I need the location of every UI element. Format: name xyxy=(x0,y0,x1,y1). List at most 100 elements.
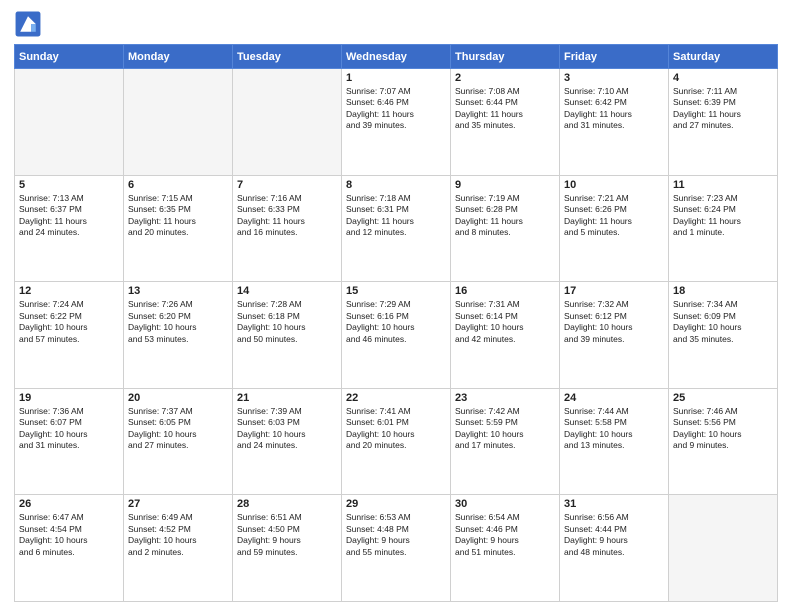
calendar-cell xyxy=(124,69,233,176)
calendar-cell: 20 Sunrise: 7:37 AM Sunset: 6:05 PM Dayli… xyxy=(124,388,233,495)
calendar-cell: 29 Sunrise: 6:53 AM Sunset: 4:48 PM Dayli… xyxy=(342,495,451,602)
calendar-cell: 23 Sunrise: 7:42 AM Sunset: 5:59 PM Dayli… xyxy=(451,388,560,495)
day-info: Sunrise: 6:54 AM Sunset: 4:46 PM Dayligh… xyxy=(455,512,555,558)
day-info: Sunrise: 6:51 AM Sunset: 4:50 PM Dayligh… xyxy=(237,512,337,558)
calendar-week-3: 12 Sunrise: 7:24 AM Sunset: 6:22 PM Dayli… xyxy=(15,282,778,389)
day-number: 17 xyxy=(564,285,664,297)
day-info: Sunrise: 7:37 AM Sunset: 6:05 PM Dayligh… xyxy=(128,406,228,452)
day-number: 21 xyxy=(237,392,337,404)
weekday-header-saturday: Saturday xyxy=(669,45,778,69)
calendar-cell: 25 Sunrise: 7:46 AM Sunset: 5:56 PM Dayli… xyxy=(669,388,778,495)
day-number: 14 xyxy=(237,285,337,297)
day-number: 18 xyxy=(673,285,773,297)
day-info: Sunrise: 7:29 AM Sunset: 6:16 PM Dayligh… xyxy=(346,299,446,345)
calendar-cell: 18Sunrise: 7:34 AM Sunset: 6:09 PM Dayli… xyxy=(669,282,778,389)
page: SundayMondayTuesdayWednesdayThursdayFrid… xyxy=(0,0,792,612)
calendar-cell: 13 Sunrise: 7:26 AM Sunset: 6:20 PM Dayli… xyxy=(124,282,233,389)
calendar-week-5: 26 Sunrise: 6:47 AM Sunset: 4:54 PM Dayli… xyxy=(15,495,778,602)
day-info: Sunrise: 7:46 AM Sunset: 5:56 PM Dayligh… xyxy=(673,406,773,452)
day-number: 5 xyxy=(19,179,119,191)
day-info: Sunrise: 7:28 AM Sunset: 6:18 PM Dayligh… xyxy=(237,299,337,345)
day-number: 30 xyxy=(455,498,555,510)
day-number: 10 xyxy=(564,179,664,191)
day-number: 13 xyxy=(128,285,228,297)
day-number: 6 xyxy=(128,179,228,191)
day-info: Sunrise: 7:24 AM Sunset: 6:22 PM Dayligh… xyxy=(19,299,119,345)
day-info: Sunrise: 7:16 AM Sunset: 6:33 PM Dayligh… xyxy=(237,193,337,239)
day-info: Sunrise: 7:18 AM Sunset: 6:31 PM Dayligh… xyxy=(346,193,446,239)
calendar-cell: 7 Sunrise: 7:16 AM Sunset: 6:33 PM Daylig… xyxy=(233,175,342,282)
calendar-cell: 28 Sunrise: 6:51 AM Sunset: 4:50 PM Dayli… xyxy=(233,495,342,602)
calendar-cell: 27Sunrise: 6:49 AM Sunset: 4:52 PM Dayli… xyxy=(124,495,233,602)
day-info: Sunrise: 7:32 AM Sunset: 6:12 PM Dayligh… xyxy=(564,299,664,345)
calendar-cell xyxy=(669,495,778,602)
day-number: 19 xyxy=(19,392,119,404)
day-info: Sunrise: 7:23 AM Sunset: 6:24 PM Dayligh… xyxy=(673,193,773,239)
calendar-cell: 12 Sunrise: 7:24 AM Sunset: 6:22 PM Dayli… xyxy=(15,282,124,389)
day-number: 29 xyxy=(346,498,446,510)
day-number: 28 xyxy=(237,498,337,510)
weekday-header-friday: Friday xyxy=(560,45,669,69)
day-number: 31 xyxy=(564,498,664,510)
day-number: 27 xyxy=(128,498,228,510)
day-info: Sunrise: 6:47 AM Sunset: 4:54 PM Dayligh… xyxy=(19,512,119,558)
calendar-cell: 5 Sunrise: 7:13 AM Sunset: 6:37 PM Daylig… xyxy=(15,175,124,282)
day-info: Sunrise: 7:10 AM Sunset: 6:42 PM Dayligh… xyxy=(564,86,664,132)
weekday-header-monday: Monday xyxy=(124,45,233,69)
top-area xyxy=(14,10,778,38)
calendar-cell: 3Sunrise: 7:10 AM Sunset: 6:42 PM Daylig… xyxy=(560,69,669,176)
day-number: 9 xyxy=(455,179,555,191)
calendar-cell: 17 Sunrise: 7:32 AM Sunset: 6:12 PM Dayli… xyxy=(560,282,669,389)
calendar-cell: 8 Sunrise: 7:18 AM Sunset: 6:31 PM Daylig… xyxy=(342,175,451,282)
calendar-cell: 15 Sunrise: 7:29 AM Sunset: 6:16 PM Dayli… xyxy=(342,282,451,389)
day-info: Sunrise: 7:36 AM Sunset: 6:07 PM Dayligh… xyxy=(19,406,119,452)
calendar-cell: 4Sunrise: 7:11 AM Sunset: 6:39 PM Daylig… xyxy=(669,69,778,176)
day-number: 26 xyxy=(19,498,119,510)
calendar-week-2: 5 Sunrise: 7:13 AM Sunset: 6:37 PM Daylig… xyxy=(15,175,778,282)
calendar-cell: 26 Sunrise: 6:47 AM Sunset: 4:54 PM Dayli… xyxy=(15,495,124,602)
weekday-header-sunday: Sunday xyxy=(15,45,124,69)
day-info: Sunrise: 7:26 AM Sunset: 6:20 PM Dayligh… xyxy=(128,299,228,345)
day-number: 22 xyxy=(346,392,446,404)
day-info: Sunrise: 7:39 AM Sunset: 6:03 PM Dayligh… xyxy=(237,406,337,452)
day-info: Sunrise: 7:19 AM Sunset: 6:28 PM Dayligh… xyxy=(455,193,555,239)
day-number: 1 xyxy=(346,72,446,84)
day-info: Sunrise: 7:13 AM Sunset: 6:37 PM Dayligh… xyxy=(19,193,119,239)
day-number: 7 xyxy=(237,179,337,191)
calendar-cell: 9 Sunrise: 7:19 AM Sunset: 6:28 PM Daylig… xyxy=(451,175,560,282)
calendar-week-1: 1 Sunrise: 7:07 AM Sunset: 6:46 PM Daylig… xyxy=(15,69,778,176)
day-number: 23 xyxy=(455,392,555,404)
day-number: 15 xyxy=(346,285,446,297)
day-info: Sunrise: 7:31 AM Sunset: 6:14 PM Dayligh… xyxy=(455,299,555,345)
day-number: 12 xyxy=(19,285,119,297)
day-number: 8 xyxy=(346,179,446,191)
calendar-table: SundayMondayTuesdayWednesdayThursdayFrid… xyxy=(14,44,778,602)
day-info: Sunrise: 6:53 AM Sunset: 4:48 PM Dayligh… xyxy=(346,512,446,558)
weekday-header-wednesday: Wednesday xyxy=(342,45,451,69)
day-number: 2 xyxy=(455,72,555,84)
calendar-cell: 21 Sunrise: 7:39 AM Sunset: 6:03 PM Dayli… xyxy=(233,388,342,495)
weekday-header-tuesday: Tuesday xyxy=(233,45,342,69)
calendar-week-4: 19 Sunrise: 7:36 AM Sunset: 6:07 PM Dayli… xyxy=(15,388,778,495)
day-info: Sunrise: 7:07 AM Sunset: 6:46 PM Dayligh… xyxy=(346,86,446,132)
day-info: Sunrise: 7:42 AM Sunset: 5:59 PM Dayligh… xyxy=(455,406,555,452)
calendar-cell: 1 Sunrise: 7:07 AM Sunset: 6:46 PM Daylig… xyxy=(342,69,451,176)
calendar-cell: 30 Sunrise: 6:54 AM Sunset: 4:46 PM Dayli… xyxy=(451,495,560,602)
calendar-cell: 10Sunrise: 7:21 AM Sunset: 6:26 PM Dayli… xyxy=(560,175,669,282)
day-info: Sunrise: 7:44 AM Sunset: 5:58 PM Dayligh… xyxy=(564,406,664,452)
day-info: Sunrise: 7:08 AM Sunset: 6:44 PM Dayligh… xyxy=(455,86,555,132)
day-number: 4 xyxy=(673,72,773,84)
day-number: 25 xyxy=(673,392,773,404)
day-number: 11 xyxy=(673,179,773,191)
weekday-header-thursday: Thursday xyxy=(451,45,560,69)
day-number: 24 xyxy=(564,392,664,404)
calendar-cell xyxy=(233,69,342,176)
day-number: 20 xyxy=(128,392,228,404)
calendar-cell xyxy=(15,69,124,176)
calendar-cell: 6Sunrise: 7:15 AM Sunset: 6:35 PM Daylig… xyxy=(124,175,233,282)
calendar-cell: 16Sunrise: 7:31 AM Sunset: 6:14 PM Dayli… xyxy=(451,282,560,389)
calendar-cell: 22Sunrise: 7:41 AM Sunset: 6:01 PM Dayli… xyxy=(342,388,451,495)
calendar-cell: 11 Sunrise: 7:23 AM Sunset: 6:24 PM Dayli… xyxy=(669,175,778,282)
calendar-cell: 31Sunrise: 6:56 AM Sunset: 4:44 PM Dayli… xyxy=(560,495,669,602)
calendar-cell: 2 Sunrise: 7:08 AM Sunset: 6:44 PM Daylig… xyxy=(451,69,560,176)
